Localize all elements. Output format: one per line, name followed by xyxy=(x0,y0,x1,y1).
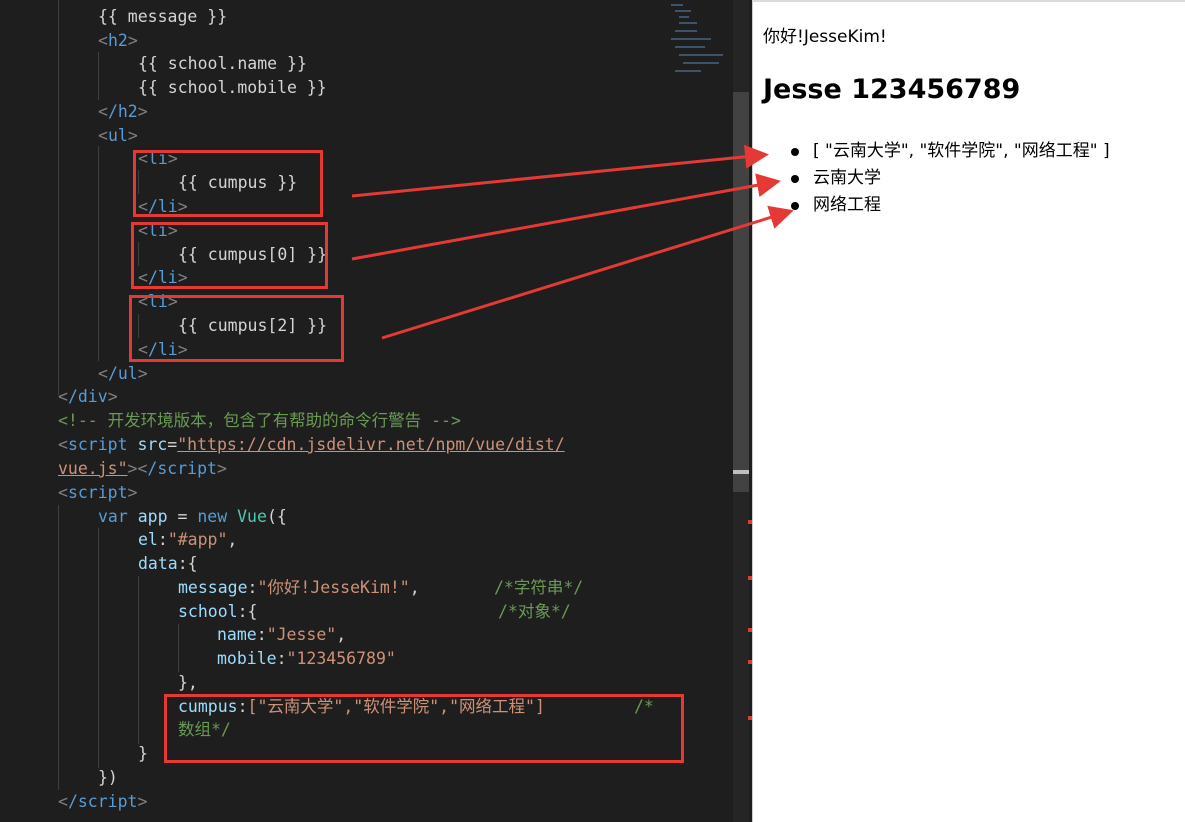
minimap[interactable] xyxy=(665,0,733,80)
code-token: /h2 xyxy=(107,102,138,121)
cumpus-list: [ "云南大学", "软件学院", "网络工程" ] 云南大学 网络工程 xyxy=(791,138,1110,219)
code-token: } xyxy=(138,744,148,763)
code-line: message:"你好!JesseKim!", xyxy=(178,578,420,597)
code-line: {{ school.mobile }} xyxy=(138,76,327,100)
code-token: {{ school.name }} xyxy=(138,54,307,73)
highlight-box-cumpus-array xyxy=(164,694,684,763)
indent-guide xyxy=(58,0,59,395)
code-line: el:"#app", xyxy=(138,530,238,549)
code-token: "#app" xyxy=(167,530,228,549)
indent-guide xyxy=(98,52,99,100)
highlight-box-cumpus2 xyxy=(129,295,344,362)
code-link[interactable]: "https://cdn.jsdelivr.net/npm/vue/dist/ xyxy=(177,435,564,454)
code-token: src xyxy=(137,435,168,454)
code-editor[interactable]: {{ message }} <h2> {{ school.name }} {{ … xyxy=(0,0,752,822)
code-token: {{ message }} xyxy=(98,7,228,26)
code-token: school xyxy=(178,602,238,621)
code-line: school:{ xyxy=(178,602,258,621)
code-token: script xyxy=(67,435,128,454)
code-token: "123456789" xyxy=(286,649,396,668)
code-token: data xyxy=(138,554,178,573)
code-token: }, xyxy=(178,673,198,692)
code-line: }, xyxy=(178,671,198,695)
code-token: name xyxy=(217,625,257,644)
code-token: mobile xyxy=(217,649,277,668)
code-line: </div> xyxy=(58,387,118,406)
code-line: var app = new Vue({ xyxy=(98,505,287,529)
code-token: /script xyxy=(147,459,217,478)
browser-preview: 你好!JesseKim! Jesse 123456789 [ "云南大学", "… xyxy=(752,0,1185,822)
code-line: name:"Jesse", xyxy=(217,625,347,644)
list-item: 云南大学 xyxy=(791,165,1110,192)
list-item: 网络工程 xyxy=(791,192,1110,219)
indent-guide xyxy=(58,505,59,790)
code-line: vue.js"></script> xyxy=(58,459,227,478)
code-token: {{ school.mobile }} xyxy=(138,78,327,97)
code-comment: /*字符串*/ xyxy=(494,578,584,597)
code-line: <h2> xyxy=(98,31,138,50)
code-line: {{ school.name }} xyxy=(138,52,307,76)
code-token: }) xyxy=(98,768,118,787)
code-line: </h2> xyxy=(98,102,148,121)
list-item: [ "云南大学", "软件学院", "网络工程" ] xyxy=(791,138,1110,165)
highlight-box-cumpus0 xyxy=(131,222,328,289)
code-comment: <!-- 开发环境版本，包含了有帮助的命令行警告 --> xyxy=(58,411,461,430)
code-token: ul xyxy=(107,126,128,145)
code-line: <script src="https://cdn.jsdelivr.net/np… xyxy=(58,435,565,454)
code-line: <ul> xyxy=(98,126,138,145)
code-token: script xyxy=(67,483,128,502)
code-line: /*字符串*/ xyxy=(494,576,583,600)
code-line: mobile:"123456789" xyxy=(217,649,396,668)
code-line: /*对象*/ xyxy=(498,600,571,624)
code-line: {{ message }} xyxy=(98,5,227,29)
code-token: /div xyxy=(67,387,108,406)
code-token: ({ xyxy=(266,507,287,526)
scrollbar-thumb[interactable] xyxy=(733,92,749,492)
bullet-icon xyxy=(791,148,799,156)
code-token: new xyxy=(197,507,228,526)
code-token: /ul xyxy=(107,364,138,383)
code-link[interactable]: vue.js" xyxy=(58,459,128,478)
bullet-icon xyxy=(791,175,799,183)
school-heading: Jesse 123456789 xyxy=(763,74,1021,105)
bullet-icon xyxy=(791,202,799,210)
indent-guide xyxy=(178,624,179,672)
code-token: el xyxy=(138,530,158,549)
code-token: "你好!JesseKim!" xyxy=(257,578,410,597)
list-item-text: 云南大学 xyxy=(813,168,881,188)
list-item-text: [ "云南大学", "软件学院", "网络工程" ] xyxy=(813,141,1110,161)
indent-guide xyxy=(98,146,99,361)
code-token: var xyxy=(98,507,128,526)
scrollbar-marker xyxy=(733,470,749,474)
code-line: data:{ xyxy=(138,554,198,573)
code-token: = xyxy=(167,507,198,526)
code-line: <script> xyxy=(58,483,138,502)
code-token: Vue xyxy=(237,507,267,526)
highlight-box-cumpus xyxy=(133,150,323,217)
message-text: 你好!JesseKim! xyxy=(763,27,887,47)
code-line: } xyxy=(138,742,148,766)
list-item-text: 网络工程 xyxy=(813,195,881,215)
code-token: app xyxy=(137,507,168,526)
code-line: }) xyxy=(98,766,118,790)
code-token: "Jesse" xyxy=(266,625,337,644)
code-token: /script xyxy=(67,792,138,811)
code-line: <!-- 开发环境版本，包含了有帮助的命令行警告 --> xyxy=(58,409,461,433)
code-token: h2 xyxy=(107,31,128,50)
code-comment: /*对象*/ xyxy=(498,602,571,621)
indent-guide xyxy=(98,528,99,768)
indent-guide xyxy=(138,576,139,744)
code-line: </script> xyxy=(58,792,148,811)
code-token: message xyxy=(178,578,248,597)
code-line: </ul> xyxy=(98,364,148,383)
